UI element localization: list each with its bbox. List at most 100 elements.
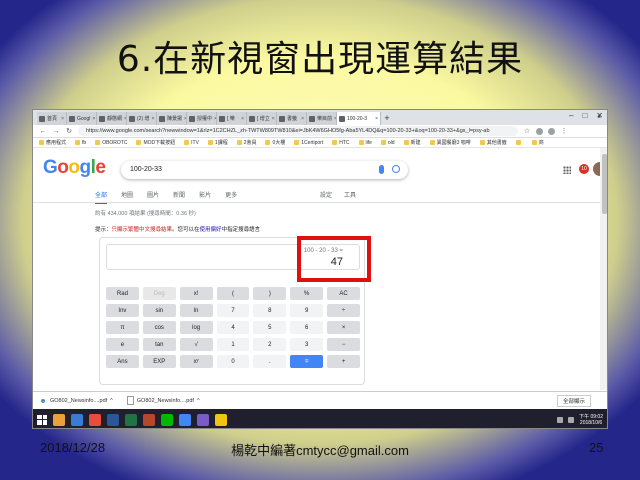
browser-tab[interactable]: [ 樂 ×	[217, 112, 247, 125]
tab-close-icon[interactable]: ×	[241, 116, 244, 122]
profile-icon[interactable]	[548, 127, 555, 135]
taskbar-app-icon[interactable]	[53, 413, 65, 426]
vertical-scrollbar[interactable]	[600, 148, 607, 390]
calculator-key[interactable]: Inv	[106, 304, 139, 317]
taskbar-app-icon[interactable]	[107, 413, 119, 426]
mic-icon[interactable]	[379, 165, 384, 174]
search-input[interactable]: 100-20-33	[121, 161, 408, 179]
show-all-downloads-button[interactable]: 全部顯示	[556, 394, 591, 407]
bookmark-item[interactable]: 新建	[403, 139, 421, 146]
calculator-key[interactable]: −	[327, 338, 360, 351]
calculator-key[interactable]: ÷	[327, 304, 360, 317]
calculator-key[interactable]: AC	[327, 287, 360, 300]
back-icon[interactable]: ←	[39, 128, 47, 135]
calculator-key[interactable]: 3	[290, 338, 324, 351]
bookmark-item[interactable]: 2會員	[236, 139, 256, 146]
tab-close-icon[interactable]: ×	[375, 116, 378, 122]
calculator-key[interactable]: Rad	[106, 287, 139, 300]
search-tool-link[interactable]: 工具	[344, 190, 356, 199]
network-icon[interactable]	[557, 416, 564, 423]
bookmark-item[interactable]	[515, 140, 523, 145]
maximize-icon[interactable]: □	[582, 111, 587, 120]
tab-close-icon[interactable]: ×	[152, 116, 155, 122]
calculator-key[interactable]: .	[253, 355, 287, 368]
volume-icon[interactable]	[568, 416, 575, 423]
taskbar-app-icon[interactable]	[197, 413, 209, 426]
taskbar-app-icon[interactable]	[161, 413, 173, 426]
calculator-key[interactable]: π	[106, 321, 139, 334]
browser-tab[interactable]: 靜態網 ×	[97, 112, 127, 125]
windows-start-icon[interactable]	[37, 414, 47, 425]
calculator-key[interactable]: log	[179, 321, 213, 334]
tab-close-icon[interactable]: ×	[272, 116, 275, 122]
calculator-key[interactable]: =	[290, 355, 324, 368]
calculator-key[interactable]: +	[327, 355, 360, 368]
calculator-key[interactable]: 2	[253, 338, 287, 351]
bookmark-item[interactable]: 其他書籤	[479, 139, 507, 146]
calculator-key[interactable]: cos	[142, 321, 176, 334]
downloads-close-icon[interactable]: ×	[597, 115, 601, 121]
calculator-key[interactable]: ×	[327, 321, 360, 334]
star-icon[interactable]: ☆	[523, 127, 531, 135]
calculator-key[interactable]: EXP	[142, 355, 176, 368]
calculator-key[interactable]: 7	[216, 304, 250, 317]
bookmark-item[interactable]: ITV	[184, 140, 199, 146]
chevron-up-icon[interactable]: ^	[110, 398, 113, 404]
clock[interactable]: 下午 09:02 2018/10/6	[579, 414, 603, 426]
url-input[interactable]: https://www.google.com/search?newwindow=…	[78, 126, 518, 136]
search-icon[interactable]	[392, 165, 400, 173]
browser-tab[interactable]: Googl ×	[67, 112, 97, 125]
calculator-key[interactable]: ln	[179, 304, 213, 317]
bookmark-item[interactable]: 1課程	[207, 139, 228, 146]
calculator-key[interactable]: )	[253, 287, 287, 300]
calculator-key[interactable]: tan	[142, 338, 176, 351]
extension-icon[interactable]	[536, 127, 543, 135]
bookmark-item[interactable]: fb	[75, 140, 86, 146]
google-logo[interactable]: Google	[43, 157, 106, 179]
calculator-key[interactable]: Deg	[142, 287, 176, 300]
forward-icon[interactable]: →	[52, 128, 60, 135]
calculator-key[interactable]: x!	[179, 287, 213, 300]
browser-tab[interactable]: 樂目前 ×	[307, 112, 337, 125]
bookmark-item[interactable]: HTC	[332, 140, 350, 146]
new-tab-icon[interactable]: +	[381, 112, 393, 125]
browser-tab[interactable]: 書籤 ×	[277, 112, 307, 125]
browser-tab[interactable]: [ 增立 ×	[247, 112, 277, 125]
download-item[interactable]: GO802_Newsinfo....pdf ^	[126, 396, 200, 405]
calculator-key[interactable]: Ans	[106, 355, 139, 368]
calculator-key[interactable]: 8	[253, 304, 287, 317]
bookmark-item[interactable]: 應用程式	[39, 139, 66, 146]
calculator-key[interactable]: √	[179, 338, 213, 351]
calculator-key[interactable]: 0	[216, 355, 250, 368]
calculator-key[interactable]: 5	[253, 321, 287, 334]
taskbar-app-icon[interactable]	[89, 413, 101, 426]
notification-icon[interactable]: 10	[579, 164, 589, 174]
reload-icon[interactable]: ↻	[65, 127, 73, 135]
tab-close-icon[interactable]: ×	[92, 116, 95, 122]
traditional-chinese-link[interactable]: 只顯示繁體中文搜尋結果	[112, 227, 173, 233]
preferences-link[interactable]: 使用偏好	[200, 227, 222, 233]
calculator-key[interactable]: 6	[290, 321, 324, 334]
browser-tab[interactable]: 陳景揚 ×	[157, 112, 187, 125]
calculator-key[interactable]: xʸ	[179, 355, 213, 368]
tab-close-icon[interactable]: ×	[301, 116, 304, 122]
taskbar-app-icon[interactable]	[125, 413, 137, 426]
minimize-icon[interactable]: –	[569, 111, 573, 120]
browser-tab[interactable]: (2) 增 ×	[127, 112, 157, 125]
bookmark-item[interactable]: 0大樓	[265, 139, 285, 146]
bookmark-item[interactable]: 異國餐廳3 咖啡	[429, 139, 471, 146]
bookmark-item[interactable]: 商	[531, 139, 544, 146]
taskbar-app-icon[interactable]	[71, 413, 83, 426]
chevron-up-icon[interactable]: ^	[197, 398, 200, 404]
bookmark-item[interactable]: 1Certiport	[294, 140, 323, 146]
bookmark-item[interactable]: old	[380, 140, 395, 146]
scrollbar-thumb[interactable]	[602, 154, 607, 214]
bookmark-item[interactable]: MOD下載按鈕	[136, 139, 175, 146]
browser-tab[interactable]: 授權中 ×	[187, 112, 217, 125]
calculator-key[interactable]: %	[290, 287, 324, 300]
bookmark-item[interactable]: OBOROTC	[95, 140, 127, 146]
download-item[interactable]: GO802_Newsinfo....pdf ^	[39, 396, 113, 405]
tab-close-icon[interactable]: ×	[61, 116, 64, 122]
calculator-key[interactable]: e	[106, 338, 139, 351]
search-tool-link[interactable]: 設定	[320, 190, 332, 199]
